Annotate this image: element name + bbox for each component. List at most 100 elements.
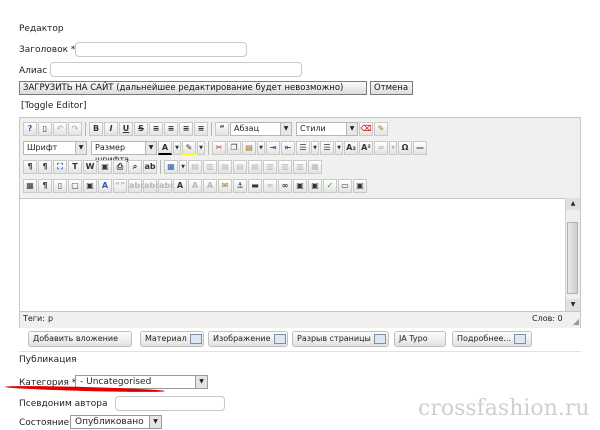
chevron-down-icon[interactable]: ▼ — [257, 141, 265, 155]
strikethrough-icon[interactable]: S — [134, 122, 148, 136]
indent-icon[interactable]: ⇥ — [266, 141, 280, 155]
chevron-down-icon[interactable]: ▼ — [173, 141, 181, 155]
insert-media-icon[interactable]: ▣ — [308, 179, 322, 193]
alias-input[interactable] — [50, 62, 302, 77]
media-icon[interactable]: ▣ — [83, 179, 97, 193]
scroll-down-icon[interactable]: ▼ — [566, 299, 580, 311]
add-attachment-button[interactable]: Добавить вложение — [28, 331, 132, 347]
align-justify-icon[interactable]: ≡ — [194, 122, 208, 136]
chevron-down-icon[interactable]: ▼ — [197, 141, 205, 155]
cut-icon[interactable]: ✂ — [212, 141, 226, 155]
bold-icon[interactable]: B — [89, 122, 103, 136]
state-select[interactable]: Опубликовано ▼ — [70, 415, 162, 429]
insert-image-icon[interactable]: ▣ — [293, 179, 307, 193]
ltr-icon[interactable]: ¶ — [23, 160, 37, 174]
unlink-icon[interactable]: ∞ — [263, 179, 277, 193]
insert-text-icon[interactable]: abc — [158, 179, 175, 193]
editor-scrollbar[interactable]: ▲ ▼ — [565, 198, 580, 311]
publish-button[interactable]: ЗАГРУЗИТЬ НА САЙТ (дальнейшее редактиров… — [19, 81, 367, 95]
paste-icon[interactable]: ▤ — [242, 141, 256, 155]
split-cells-icon[interactable]: ▦ — [308, 160, 322, 174]
numbered-list-icon[interactable]: ☰ — [296, 141, 310, 155]
outdent-icon[interactable]: ⇤ — [281, 141, 295, 155]
highlight-color-icon[interactable]: ✎ — [182, 141, 196, 155]
underline-icon[interactable]: U — [119, 122, 133, 136]
pagebreak-icon[interactable]: ▬ — [248, 179, 262, 193]
code-icon[interactable]: ▭ — [338, 179, 352, 193]
cite-icon[interactable]: “” — [113, 179, 127, 193]
align-center-icon[interactable]: ≡ — [164, 122, 178, 136]
align-right-icon[interactable]: ≡ — [179, 122, 193, 136]
anchor-icon[interactable]: ⚓ — [233, 179, 247, 193]
italic-icon[interactable]: I — [104, 122, 118, 136]
chevron-down-icon[interactable]: ▼ — [389, 141, 397, 155]
text-color-icon[interactable]: A — [158, 141, 172, 155]
rtl-icon[interactable]: ¶ — [38, 160, 52, 174]
help-icon[interactable]: ? — [23, 122, 37, 136]
align-left-icon[interactable]: ≡ — [149, 122, 163, 136]
abbr-icon[interactable]: A — [98, 179, 112, 193]
show-blocks-icon[interactable]: ¶ — [38, 179, 52, 193]
subscript-icon[interactable]: A₂ — [344, 141, 358, 155]
scroll-up-icon[interactable]: ▲ — [566, 198, 580, 210]
delete-col-icon[interactable]: ▥ — [293, 160, 307, 174]
replace-icon[interactable]: ab — [143, 160, 157, 174]
resize-handle-icon[interactable]: ◢ — [573, 317, 579, 326]
attributes-icon[interactable]: A — [173, 179, 187, 193]
table-row-props-icon[interactable]: ▤ — [188, 160, 202, 174]
print-icon[interactable]: ⎙ — [113, 160, 127, 174]
ja-typo-button[interactable]: JA Typo — [394, 331, 446, 347]
toggle-editor-link[interactable]: [Toggle Editor] — [21, 101, 86, 111]
superscript-icon[interactable]: A² — [359, 141, 373, 155]
insert-col-before-icon[interactable]: ▥ — [263, 160, 277, 174]
redo-icon[interactable]: ↷ — [68, 122, 82, 136]
insert-row-after-icon[interactable]: ▤ — [233, 160, 247, 174]
nonbreaking-icon[interactable]: ✉ — [218, 179, 232, 193]
insert-table-icon[interactable]: ▦ — [164, 160, 178, 174]
spellcheck-icon[interactable]: ✓ — [323, 179, 337, 193]
cancel-button[interactable]: Отмена — [370, 81, 413, 95]
path-value[interactable]: p — [48, 314, 53, 323]
author-alias-input[interactable] — [115, 396, 225, 411]
styles-select[interactable]: Стили ▼ — [296, 122, 358, 136]
paste-text-icon[interactable]: T — [68, 160, 82, 174]
paste-word-icon[interactable]: W — [83, 160, 97, 174]
format-select[interactable]: Абзац ▼ — [230, 122, 292, 136]
eraser-icon[interactable]: ⌫ — [359, 122, 373, 136]
insert-col-after-icon[interactable]: ▥ — [278, 160, 292, 174]
style-props-icon[interactable]: A — [203, 179, 217, 193]
remove-format-icon[interactable]: A — [188, 179, 202, 193]
title-input[interactable] — [75, 42, 247, 57]
article-button[interactable]: Материал — [140, 331, 204, 347]
bullet-list-icon[interactable]: ☰ — [320, 141, 334, 155]
editor-content-area[interactable] — [20, 198, 565, 312]
fullscreen-icon[interactable]: ⛶ — [53, 160, 67, 174]
blockquote-icon[interactable]: “ — [215, 122, 229, 136]
insert-link-icon[interactable]: ∞ — [278, 179, 292, 193]
select-all-icon[interactable]: ▣ — [98, 160, 112, 174]
font-size-select[interactable]: Размер шрифта ▼ — [91, 141, 157, 164]
insert-row-before-icon[interactable]: ▤ — [218, 160, 232, 174]
insert-file-icon[interactable]: ▯ — [53, 179, 67, 193]
link-icon[interactable]: ∞ — [374, 141, 388, 155]
image-button[interactable]: Изображение — [208, 331, 288, 347]
undo-icon[interactable]: ↶ — [53, 122, 67, 136]
table-cell-props-icon[interactable]: ▥ — [203, 160, 217, 174]
visual-aid-icon[interactable]: ▦ — [23, 179, 37, 193]
copy-icon[interactable]: ❐ — [227, 141, 241, 155]
delete-text-icon[interactable]: abc — [143, 179, 160, 193]
search-icon[interactable]: ⌕ — [128, 160, 142, 174]
cleanup-brush-icon[interactable]: ✎ — [374, 122, 388, 136]
acronym-icon[interactable]: abc — [128, 179, 145, 193]
delete-row-icon[interactable]: ▤ — [248, 160, 262, 174]
special-char-icon[interactable]: Ω — [398, 141, 412, 155]
pagebreak-button[interactable]: Разрыв страницы — [292, 331, 389, 347]
new-document-icon[interactable]: ▯ — [38, 122, 52, 136]
chevron-down-icon[interactable]: ▼ — [179, 160, 187, 174]
horizontal-rule-icon[interactable]: — — [413, 141, 427, 155]
template-icon[interactable]: ▢ — [68, 179, 82, 193]
preview-icon[interactable]: ▣ — [353, 179, 367, 193]
scrollbar-thumb[interactable] — [567, 222, 578, 294]
chevron-down-icon[interactable]: ▼ — [311, 141, 319, 155]
chevron-down-icon[interactable]: ▼ — [335, 141, 343, 155]
